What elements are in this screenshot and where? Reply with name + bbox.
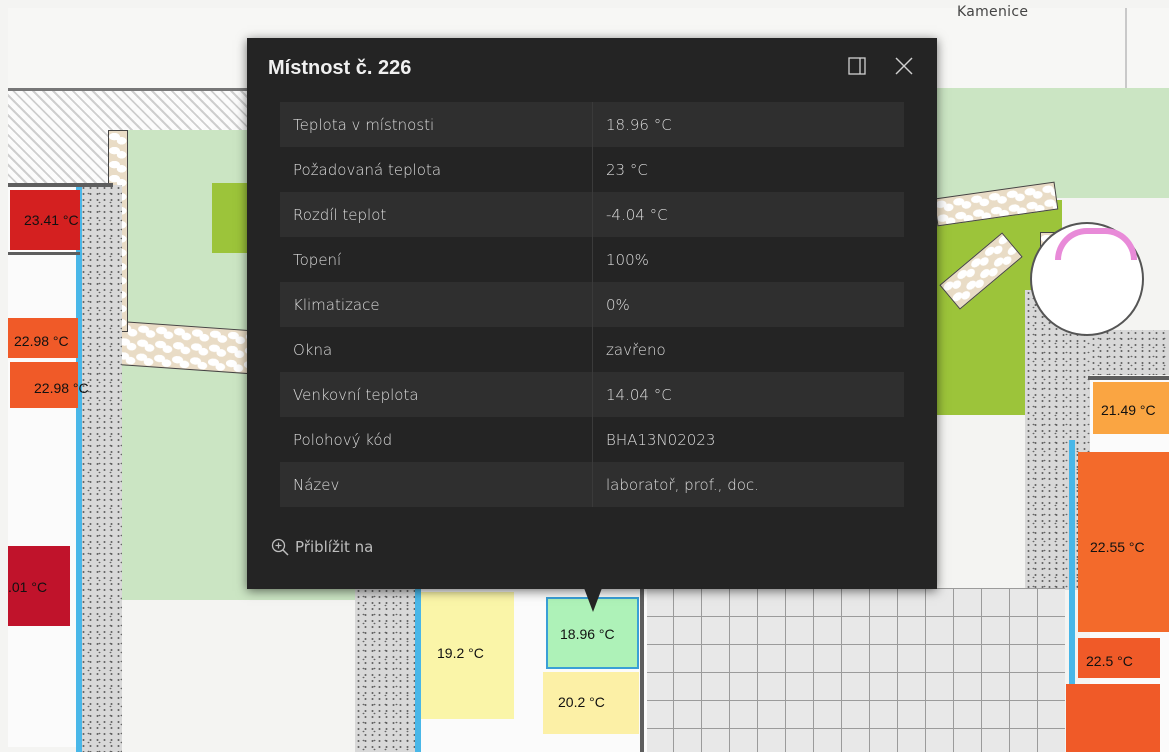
room-temp-label: 22.98 °C: [14, 333, 69, 349]
attribute-key: Název: [280, 462, 593, 507]
room-temp-label: .01 °C: [8, 579, 48, 595]
room-temp-label: 22.98 °C: [34, 380, 89, 396]
attribute-key: Venkovní teplota: [280, 372, 593, 417]
attribute-value: -4.04 °C: [592, 192, 904, 237]
zoom-to-label: Přiblížit na: [295, 538, 374, 556]
zoom-in-icon: [271, 538, 289, 556]
close-button[interactable]: [894, 56, 914, 76]
paved-courtyard: [645, 588, 1065, 752]
close-icon: [895, 57, 913, 75]
room-unlabeled[interactable]: [1066, 684, 1160, 752]
room-r9[interactable]: 22.55 °C: [1078, 452, 1169, 632]
attribute-key: Teplota v místnosti: [280, 102, 593, 147]
table-row: Klimatizace 0%: [280, 282, 904, 327]
wall: [8, 252, 80, 255]
street-label: Kamenice: [957, 4, 1029, 20]
table-row: Název laboratoř, prof., doc.: [280, 462, 904, 507]
dock-button[interactable]: [848, 57, 866, 75]
room-r1[interactable]: 23.41 °C: [10, 190, 80, 250]
popup-title: Místnost č. 226: [268, 57, 412, 79]
popup-pointer: [584, 588, 602, 612]
room-r5[interactable]: 19.2 °C: [421, 592, 514, 719]
attribute-key: Rozdíl teplot: [280, 192, 593, 237]
walkway: [355, 588, 417, 752]
room-temp-label: 22.55 °C: [1090, 539, 1145, 555]
attribute-key: Polohový kód: [280, 417, 593, 462]
walkway: [1090, 330, 1169, 375]
attribute-value: laboratoř, prof., doc.: [592, 462, 904, 507]
feature-popup: Místnost č. 226 Teplota v místnosti 18.96…: [247, 38, 937, 589]
table-row: Topení 100%: [280, 237, 904, 282]
dock-side-icon: [848, 57, 866, 75]
wall-blue: [76, 187, 82, 752]
attribute-key: Topení: [280, 237, 593, 282]
attribute-table: Teplota v místnosti 18.96 °C Požadovaná t…: [280, 102, 904, 507]
room-r8[interactable]: 21.49 °C: [1093, 382, 1169, 434]
room-temp-label: 23.41 °C: [24, 212, 79, 228]
room-temp-label: 19.2 °C: [437, 645, 484, 661]
building-edge: [8, 88, 248, 91]
attribute-value: 18.96 °C: [592, 102, 904, 147]
table-row: Teplota v místnosti 18.96 °C: [280, 102, 904, 147]
room-r7[interactable]: 20.2 °C: [543, 672, 639, 734]
room-r3[interactable]: 22.98 °C: [10, 362, 89, 408]
attribute-key: Požadovaná teplota: [280, 147, 593, 192]
attribute-value: BHA13N02023: [592, 417, 904, 462]
table-row: Venkovní teplota 14.04 °C: [280, 372, 904, 417]
room-r2[interactable]: 22.98 °C: [8, 318, 78, 358]
attribute-key: Klimatizace: [280, 282, 593, 327]
attribute-value: 23 °C: [592, 147, 904, 192]
table-row: Požadovaná teplota 23 °C: [280, 147, 904, 192]
room-temp-label: 21.49 °C: [1101, 402, 1156, 418]
building-left: [8, 187, 80, 747]
attribute-value: 14.04 °C: [592, 372, 904, 417]
room-temp-label: 22.5 °C: [1086, 653, 1133, 669]
attribute-value: 0%: [592, 282, 904, 327]
wall: [640, 588, 644, 752]
table-row: Rozdíl teplot -4.04 °C: [280, 192, 904, 237]
table-row: Polohový kód BHA13N02023: [280, 417, 904, 462]
walkway: [80, 185, 122, 752]
room-r10[interactable]: 22.5 °C: [1078, 638, 1160, 678]
attribute-value: 100%: [592, 237, 904, 282]
room-r4[interactable]: .01 °C: [8, 546, 70, 626]
table-row: Okna zavřeno: [280, 327, 904, 372]
attribute-value: zavřeno: [592, 327, 904, 372]
lawn-patch: [212, 183, 252, 253]
room-temp-label: 18.96 °C: [560, 626, 615, 642]
zoom-to-link[interactable]: Přiblížit na: [271, 538, 373, 556]
road-line: [1125, 8, 1127, 98]
attribute-key: Okna: [280, 327, 593, 372]
room-temp-label: 20.2 °C: [558, 694, 605, 710]
